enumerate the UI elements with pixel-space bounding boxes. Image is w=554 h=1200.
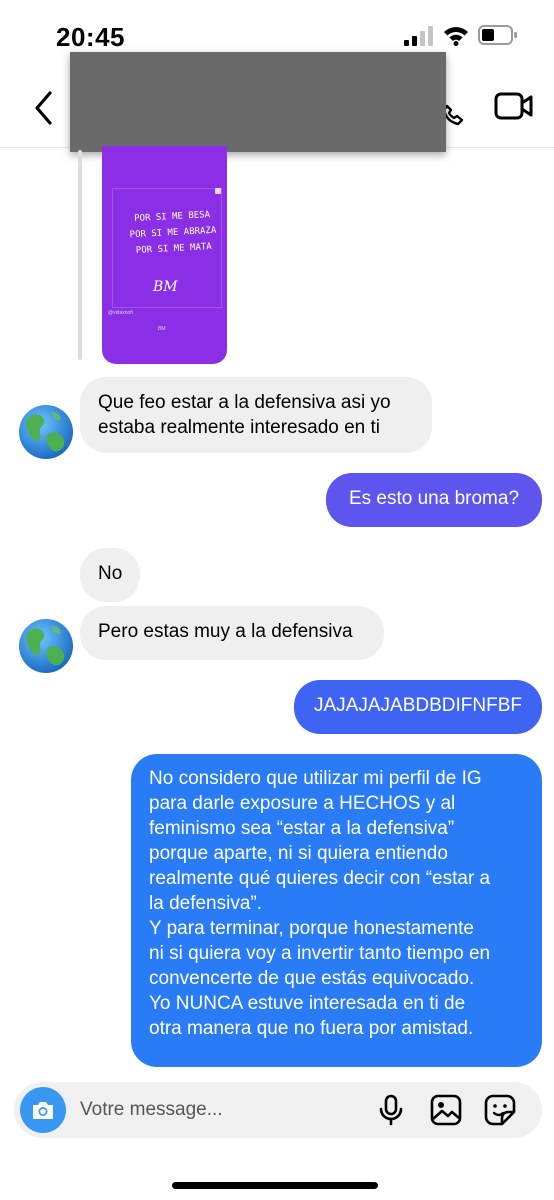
message-line: estaba realmente interesado en ti [98,417,381,438]
message-line: JAJAJAJABDBDIFNFBF [314,695,522,716]
message-line: Pero estas muy a la defensiva [98,621,353,642]
redacted-contact-name [70,52,446,152]
message-composer [14,1082,542,1138]
story-handle: @vidaxnofi [108,310,133,316]
back-icon[interactable] [28,88,62,128]
camera-icon [33,1102,53,1119]
sticker-icon[interactable] [484,1094,516,1126]
wifi-icon [444,27,468,46]
message-line: porque aparte, ni si quiera entiendo [149,843,448,864]
story-frame: POR SI ME BESA POR SI ME ABRAZA POR SI M… [112,188,222,308]
status-bar: 20:45 [0,0,554,60]
message-line: para darle exposure a HECHOS y al [149,793,456,814]
message-line: No [98,563,123,584]
shared-story-preview[interactable]: POR SI ME BESA POR SI ME ABRAZA POR SI M… [102,146,227,364]
story-footer-mark: BM [158,326,166,332]
message-line: convencerte de que estás equivocado. [149,968,475,989]
message-line: la defensiva”. [149,893,263,914]
camera-button[interactable] [20,1087,66,1133]
message-line: realmente qué quieres decir con “estar a [149,868,491,889]
message-bubble-outgoing[interactable]: Es esto una broma? [326,473,542,527]
message-bubble-incoming[interactable]: Que feo estar a la defensiva asi yo esta… [80,377,432,453]
signal-icon [404,26,433,46]
message-bubble-outgoing[interactable]: No considero que utilizar mi perfil de I… [131,754,542,1067]
contact-avatar[interactable] [18,404,74,460]
message-line: otra manera que no fuera por amistad. [149,1018,474,1039]
contact-avatar[interactable] [18,618,74,674]
status-time: 20:45 [56,22,125,52]
video-call-icon[interactable] [494,90,534,122]
chat-header [0,52,554,152]
message-line: Es esto una broma? [348,488,520,509]
story-logo: BM [153,279,178,295]
message-input[interactable] [80,1090,360,1130]
battery-icon [478,25,517,45]
microphone-icon[interactable] [378,1094,404,1126]
message-bubble-incoming[interactable]: No [80,548,140,602]
message-line: Yo NUNCA estuve interesada en ti de [149,993,466,1014]
message-line: Que feo estar a la defensiva asi yo [98,392,391,413]
message-line: No considero que utilizar mi perfil de I… [149,768,482,789]
story-corner-mark [215,188,221,194]
message-line: feminismo sea “estar a la defensiva” [149,818,455,839]
message-bubble-incoming[interactable]: Pero estas muy a la defensiva [80,606,384,660]
story-text: POR SI ME BESA POR SI ME ABRAZA POR SI M… [122,206,224,259]
message-line: Y para terminar, porque honestamente [149,918,474,939]
message-line: ni si quiera voy a invertir tanto tiempo… [149,943,491,964]
message-bubble-outgoing[interactable]: JAJAJAJABDBDIFNFBF [294,680,542,734]
reply-indicator-line [78,150,82,360]
gallery-icon[interactable] [430,1094,462,1126]
home-indicator[interactable] [172,1182,378,1189]
